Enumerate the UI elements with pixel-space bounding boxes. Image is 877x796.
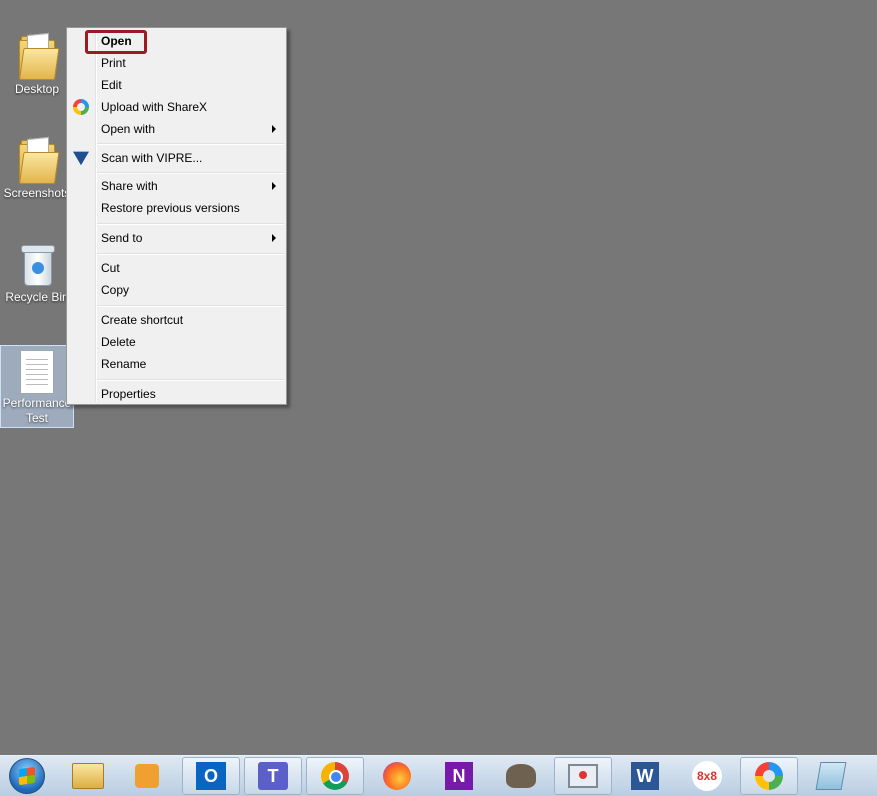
menu-item-scan-vipre[interactable]: Scan with VIPRE...	[69, 147, 284, 169]
menu-item-label: Share with	[101, 179, 158, 193]
taskbar-onenote[interactable]: N	[430, 757, 488, 795]
taskbar-media-player[interactable]	[118, 757, 176, 795]
menu-item-delete[interactable]: Delete	[69, 331, 284, 353]
notepad-icon	[815, 762, 847, 790]
sharex-icon	[73, 99, 89, 115]
menu-item-label: Copy	[101, 283, 130, 297]
menu-item-cut[interactable]: Cut	[69, 257, 284, 279]
taskbar-firefox[interactable]	[368, 757, 426, 795]
windows-logo-icon	[9, 758, 45, 794]
sharex-icon	[755, 762, 783, 790]
onenote-icon: N	[445, 762, 473, 790]
menu-item-label: Rename	[101, 357, 147, 371]
desktop-icon-label: Desktop	[14, 82, 60, 96]
desktop-icon-performance-test[interactable]: Performance Test	[0, 345, 74, 428]
text-document-icon	[20, 350, 54, 394]
menu-item-label: Restore previous versions	[101, 201, 240, 215]
menu-separator	[97, 305, 284, 307]
taskbar-gimp[interactable]	[492, 757, 550, 795]
highlight-box	[85, 30, 147, 54]
menu-item-send-to[interactable]: Send to	[69, 227, 284, 249]
menu-item-properties[interactable]: Properties	[69, 383, 284, 405]
desktop-icon-label-line1: Performance	[2, 396, 72, 410]
folder-icon	[19, 136, 60, 184]
taskbar: O T N W 8x8	[0, 755, 877, 796]
media-player-icon	[135, 764, 159, 788]
menu-separator	[97, 223, 284, 225]
taskbar-screen-recorder[interactable]	[554, 757, 612, 795]
menu-item-label: Cut	[101, 261, 120, 275]
taskbar-word[interactable]: W	[616, 757, 674, 795]
menu-item-upload-sharex[interactable]: Upload with ShareX	[69, 96, 284, 118]
taskbar-notepad[interactable]	[802, 757, 860, 795]
desktop-icon-screenshots[interactable]: Screenshots	[0, 136, 74, 201]
menu-item-label: Send to	[101, 231, 143, 245]
menu-item-rename[interactable]: Rename	[69, 353, 284, 375]
vipre-icon	[73, 151, 89, 166]
screen-recorder-icon	[568, 764, 598, 788]
submenu-arrow-icon	[272, 125, 276, 133]
menu-item-share-with[interactable]: Share with	[69, 175, 284, 197]
menu-item-label: Upload with ShareX	[101, 100, 208, 114]
context-menu: Open Print Edit Upload with ShareX Open …	[66, 27, 287, 405]
taskbar-file-explorer[interactable]	[59, 757, 117, 795]
gimp-icon	[506, 764, 536, 788]
submenu-arrow-icon	[272, 182, 276, 190]
outlook-icon: O	[196, 762, 226, 790]
desktop-icon-desktop[interactable]: Desktop	[0, 32, 74, 97]
file-explorer-icon	[72, 763, 104, 789]
teams-icon: T	[258, 762, 288, 790]
desktop-icon-label: Recycle Bin	[5, 290, 69, 304]
submenu-arrow-icon	[272, 234, 276, 242]
menu-item-label: Delete	[101, 335, 136, 349]
menu-item-label: Create shortcut	[101, 313, 184, 327]
start-button[interactable]	[2, 757, 52, 795]
word-icon: W	[631, 762, 659, 790]
menu-item-label: Open with	[101, 122, 156, 136]
menu-item-label: Print	[101, 56, 126, 70]
folder-icon	[19, 32, 60, 80]
menu-separator	[97, 172, 284, 174]
menu-item-open[interactable]: Open	[69, 30, 284, 54]
recycle-bin-icon	[20, 242, 55, 286]
menu-item-label: Properties	[101, 387, 156, 401]
menu-item-open-with[interactable]: Open with	[69, 118, 284, 140]
taskbar-8x8[interactable]: 8x8	[678, 757, 736, 795]
desktop-icon-label: Screenshots	[3, 186, 71, 200]
menu-item-print[interactable]: Print	[69, 52, 284, 74]
menu-item-create-shortcut[interactable]: Create shortcut	[69, 309, 284, 331]
taskbar-sharex[interactable]	[740, 757, 798, 795]
taskbar-chrome[interactable]	[306, 757, 364, 795]
menu-separator	[97, 379, 284, 381]
menu-item-copy[interactable]: Copy	[69, 279, 284, 301]
desktop-icon-recycle-bin[interactable]: Recycle Bin	[0, 242, 74, 305]
menu-separator	[97, 253, 284, 255]
menu-item-label: Scan with VIPRE...	[101, 151, 203, 165]
taskbar-outlook[interactable]: O	[182, 757, 240, 795]
menu-item-restore-versions[interactable]: Restore previous versions	[69, 197, 284, 219]
menu-separator	[97, 143, 284, 145]
eight-by-eight-icon: 8x8	[692, 761, 722, 791]
firefox-icon	[383, 762, 411, 790]
menu-item-edit[interactable]: Edit	[69, 74, 284, 96]
menu-item-label: Edit	[101, 78, 122, 92]
taskbar-teams[interactable]: T	[244, 757, 302, 795]
chrome-icon	[321, 762, 349, 790]
desktop-icon-label-line2: Test	[25, 411, 48, 425]
